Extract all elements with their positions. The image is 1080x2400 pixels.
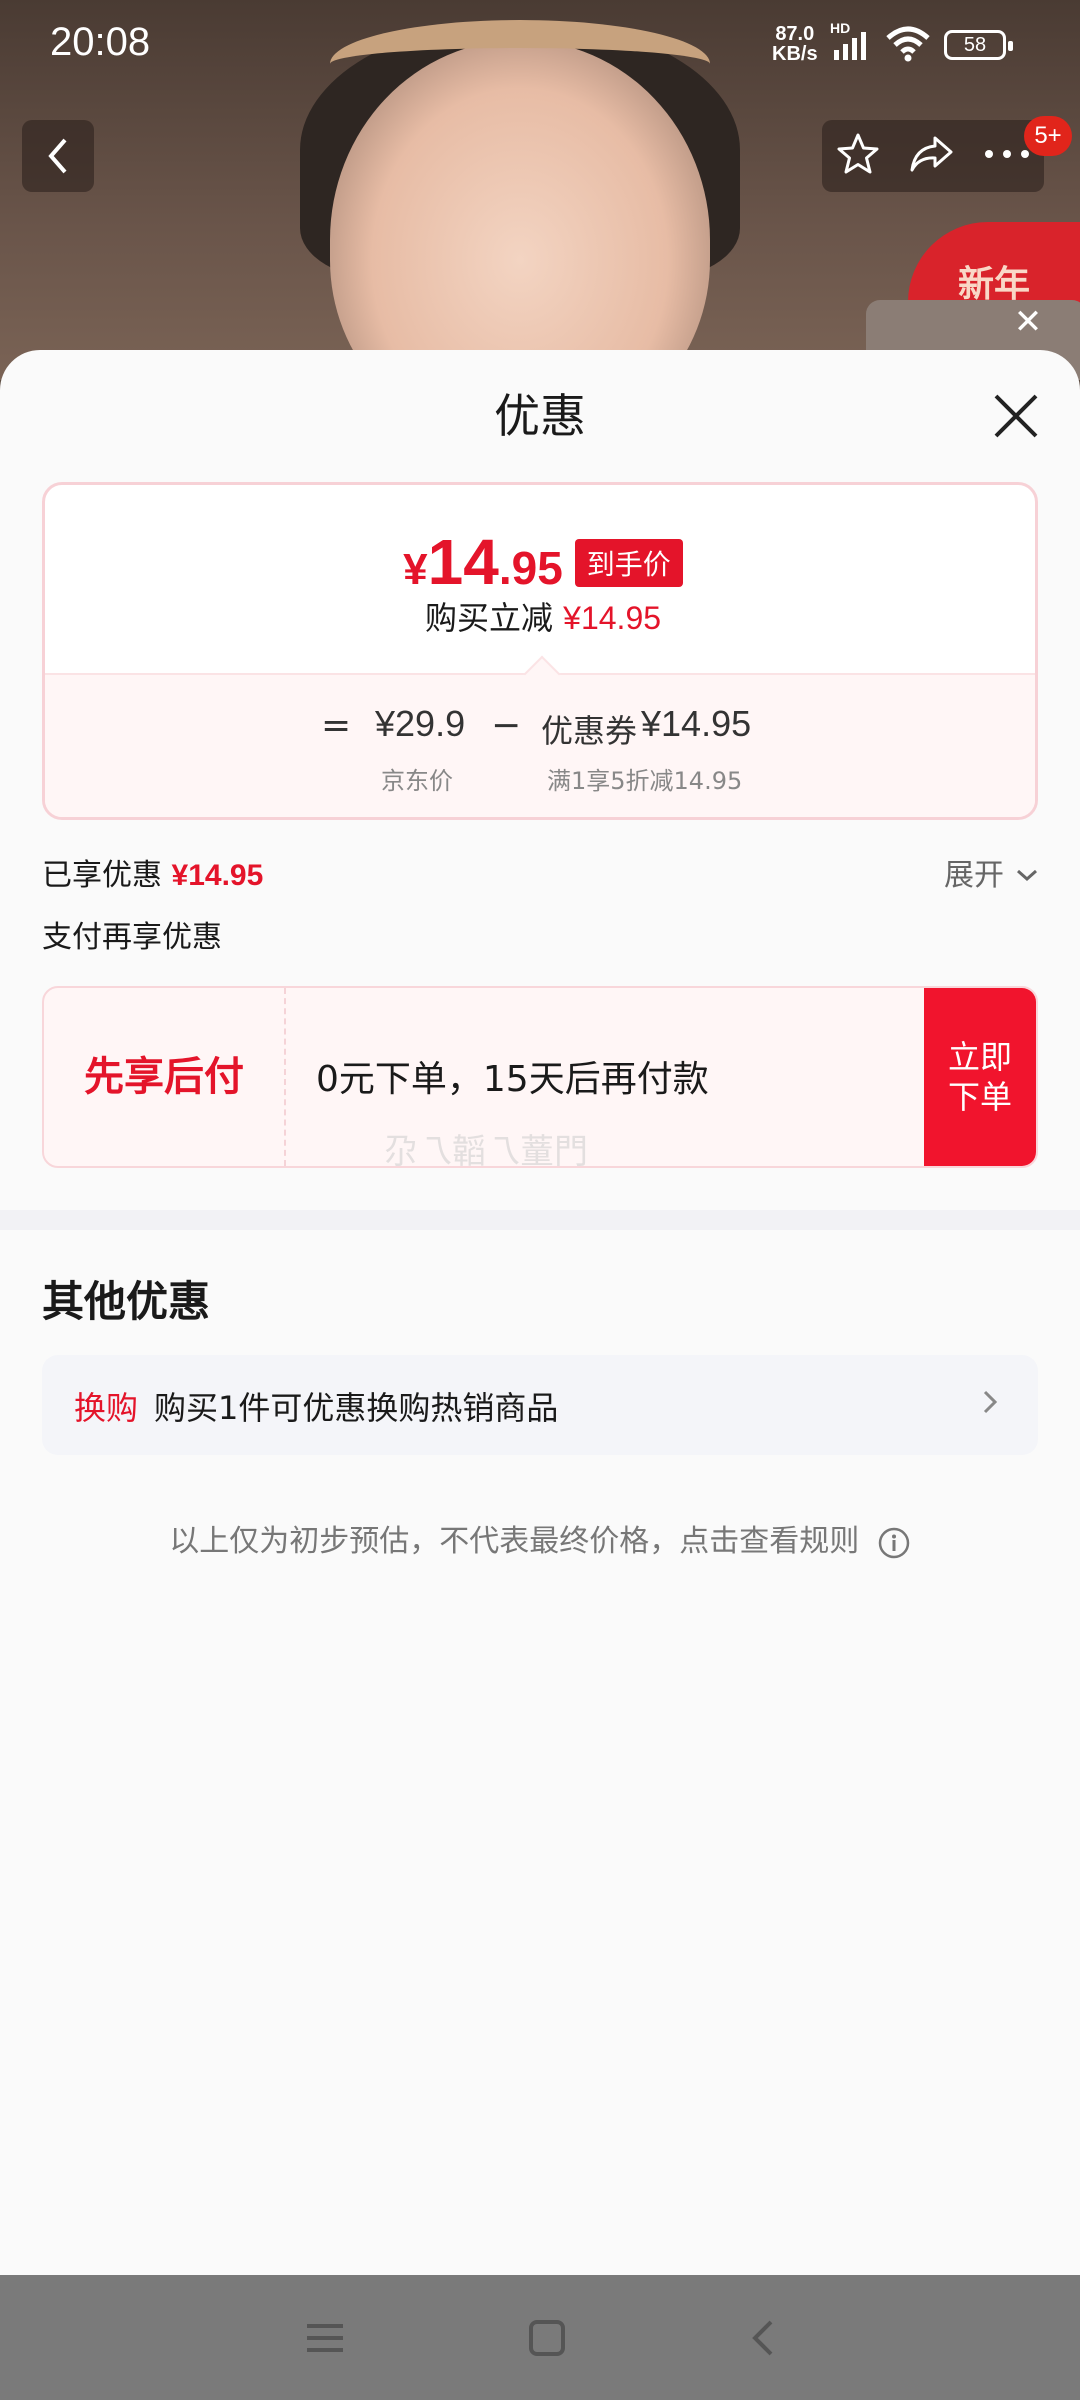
notification-badge: 5+	[1024, 116, 1072, 156]
net-speed-value: 87.0	[775, 23, 815, 45]
minus-sign: −	[491, 705, 522, 746]
price-integer: 14	[427, 526, 499, 598]
watermark: 尕乁韜乁蕫門	[384, 1132, 588, 1168]
enjoyed-discount: 已享优惠 ¥14.95	[42, 850, 263, 894]
price-currency: ¥	[403, 545, 428, 594]
section-divider	[0, 1210, 1080, 1230]
order-now-line1: 立即	[947, 1038, 1012, 1076]
signal-icon: HD	[830, 20, 876, 68]
back-button[interactable]	[22, 120, 94, 192]
coupon-name: 优惠券	[541, 712, 638, 750]
enjoyed-label: 已享优惠	[42, 858, 162, 893]
other-discounts-title: 其他优惠	[42, 1277, 211, 1326]
more-icon[interactable]	[982, 144, 1032, 168]
coupon-label: 满1享5折减14.95	[547, 767, 743, 795]
share-icon[interactable]	[907, 130, 957, 182]
chevron-down-icon	[1016, 869, 1037, 882]
base-price: ¥29.9	[375, 703, 466, 744]
exchange-offer-row[interactable]: 换购 购买1件可优惠换购热销商品	[42, 1355, 1038, 1455]
coupon-value: ¥14.95	[641, 703, 752, 744]
system-nav-bar	[0, 2275, 1080, 2400]
exchange-tag: 换购	[74, 1389, 139, 1427]
instant-discount-label: 购买立减	[424, 599, 553, 637]
battery-icon: 58	[944, 30, 1013, 60]
expand-button[interactable]: 展开	[944, 850, 1040, 894]
price-decimal: .95	[498, 542, 563, 594]
instant-discount: 购买立减 ¥14.95	[45, 593, 1035, 639]
hd-label: HD	[830, 20, 851, 36]
net-speed-unit: KB/s	[772, 43, 818, 65]
exchange-text: 购买1件可优惠换购热销商品	[154, 1389, 559, 1427]
net-speed: 87.0 KB/s	[772, 24, 818, 64]
sheet-title: 优惠	[494, 389, 586, 443]
chevron-right-icon	[983, 1390, 998, 1414]
equals-sign: =	[321, 705, 352, 746]
back-icon	[48, 138, 67, 174]
menu-icon[interactable]	[303, 2318, 347, 2358]
bnpl-description: 0元下单，15天后再付款	[316, 1059, 709, 1100]
discount-sheet: 优惠 ¥14.95 到手价 购买立减 ¥14.95 = ¥29.9 京东价 − 优…	[0, 350, 1080, 2275]
wifi-icon	[884, 26, 932, 66]
nav-back-icon[interactable]	[747, 2318, 777, 2358]
info-icon	[878, 1527, 910, 1558]
order-now-button[interactable]: 立即 下单	[924, 988, 1036, 1166]
home-icon[interactable]	[527, 2318, 567, 2358]
header-actions	[822, 120, 1044, 192]
floating-close-icon[interactable]: ✕	[1006, 300, 1050, 344]
instant-discount-value: ¥14.95	[563, 600, 662, 636]
disclaimer-text: 以上仅为初步预估，不代表最终价格，点击查看规则	[169, 1524, 860, 1559]
pay-section-title: 支付再享优惠	[42, 920, 222, 955]
price-breakdown: = ¥29.9 京东价 − 优惠券 ¥14.95 满1享5折减14.95	[45, 673, 1035, 817]
rules-disclaimer[interactable]: 以上仅为初步预估，不代表最终价格，点击查看规则	[0, 1516, 1080, 1560]
status-time: 20:08	[50, 20, 151, 64]
star-icon[interactable]	[834, 130, 882, 182]
final-price-tag: 到手价	[574, 539, 683, 587]
base-price-label: 京东价	[381, 767, 453, 795]
status-bar: 20:08 87.0 KB/s HD 58	[0, 0, 1080, 90]
bnpl-name: 先享后付	[44, 988, 286, 1166]
price-card: ¥14.95 到手价 购买立减 ¥14.95 = ¥29.9 京东价 − 优惠券 …	[42, 482, 1038, 820]
final-price: ¥14.95 到手价	[45, 525, 1035, 599]
enjoyed-value: ¥14.95	[171, 859, 264, 892]
close-button[interactable]	[986, 386, 1046, 446]
bnpl-card[interactable]: 先享后付 0元下单，15天后再付款 尕乁韜乁蕫門 立即 下单	[42, 986, 1038, 1168]
expand-label: 展开	[944, 858, 1004, 893]
close-icon	[994, 394, 1038, 438]
order-now-line2: 下单	[947, 1078, 1012, 1116]
